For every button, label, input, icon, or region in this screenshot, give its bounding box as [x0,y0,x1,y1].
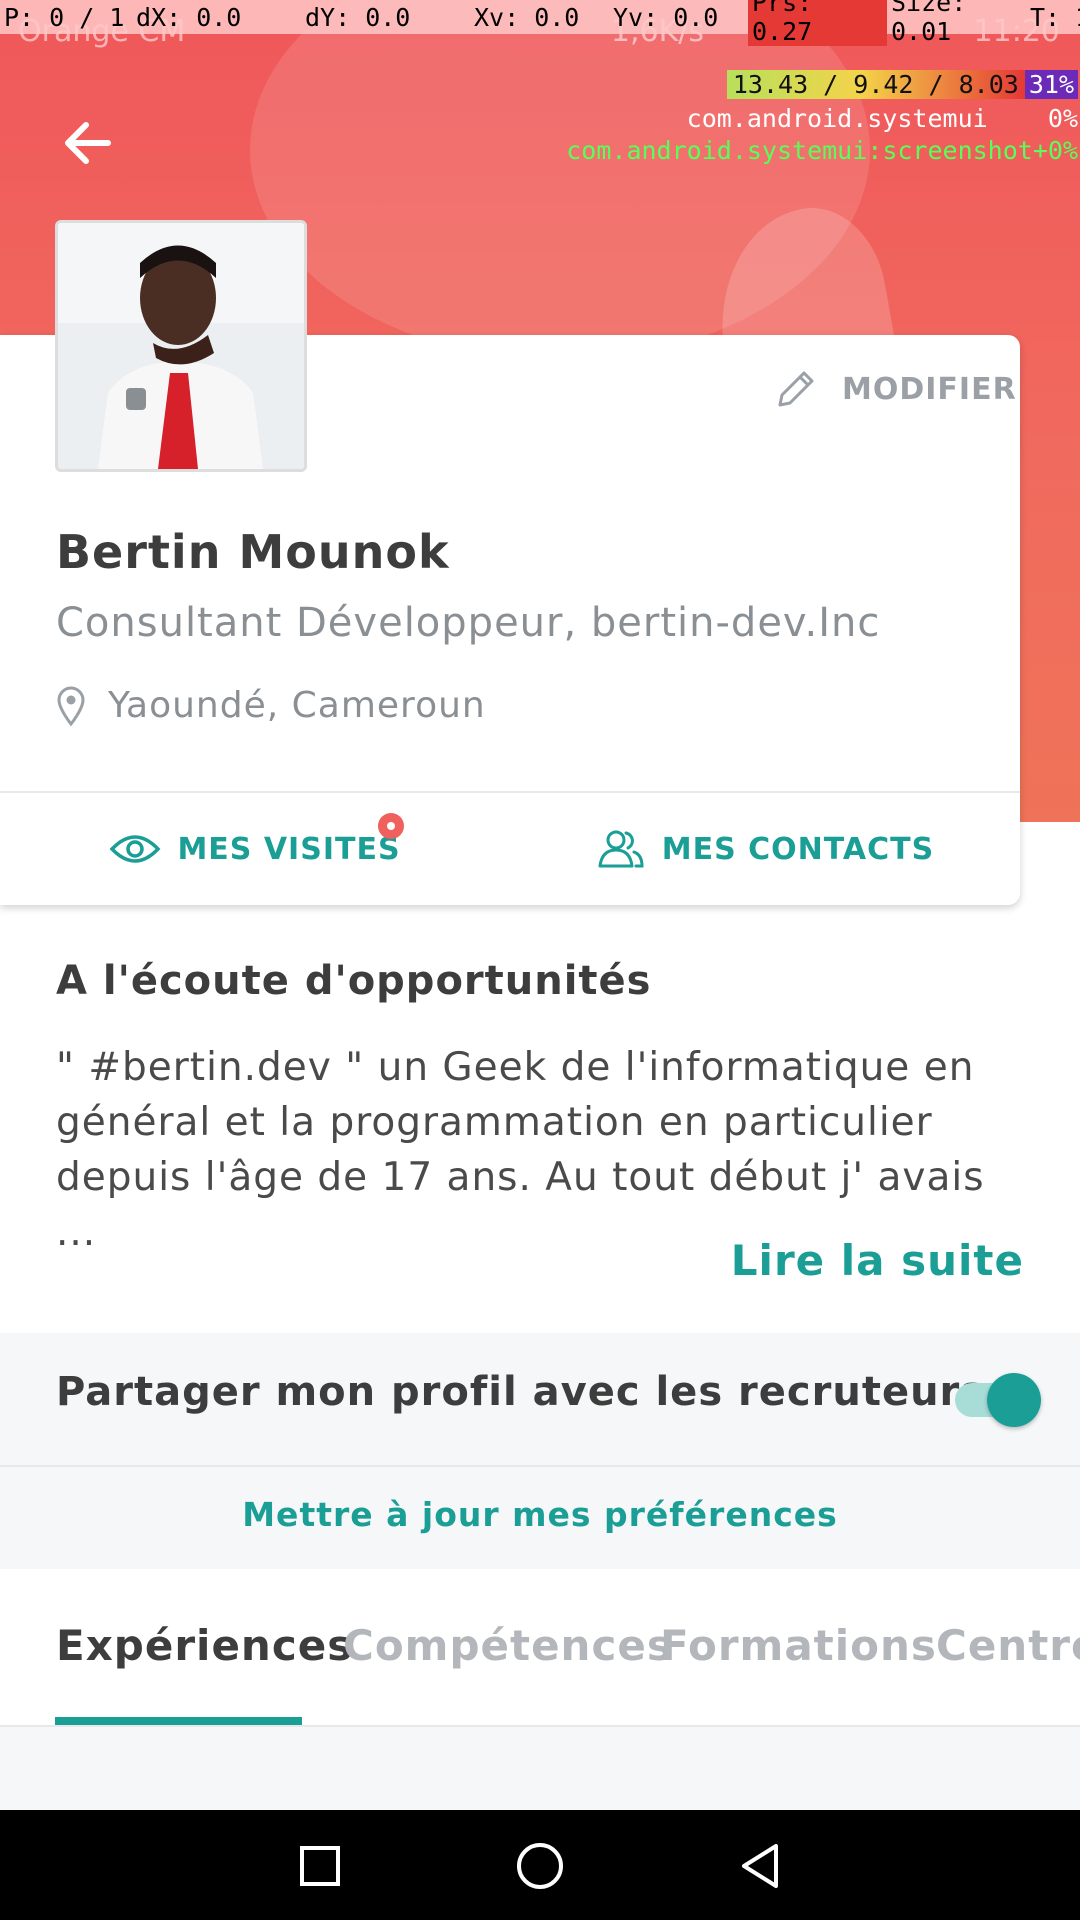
arrow-left-icon [65,122,111,164]
pointer-location-overlay: P: 0 / 1 dX: 0.0 dY: 0.0 Xv: 0.0 Yv: 0.0… [0,0,1080,46]
share-profile-toggle[interactable] [955,1373,1041,1427]
profile-avatar[interactable] [55,220,307,472]
system-navigation-bar [0,1810,1080,1920]
preferences-row: Mettre à jour mes préférences [0,1467,1080,1569]
cpu-process-overlay-2: com.android.systemui:screenshot+0% [566,136,1078,165]
circle-icon [517,1843,563,1889]
debug-time: T: 1104147 [1030,2,1080,32]
cpu-load-percent: 31% [1024,70,1078,99]
square-icon [300,1846,340,1886]
cpu-process-percent: 0% [1047,104,1078,133]
profile-actions: MES VISITES MES CONTACTS [0,793,1020,905]
location-label: Yaoundé, Cameroun [108,685,486,726]
debug-pointer: P: 0 / 1 [4,2,125,32]
active-tab-indicator [55,1717,302,1725]
debug-dy: dY: 0.0 [305,2,411,32]
users-icon [598,830,644,868]
about-line: " #bertin.dev " un Geek de l'informatiqu… [56,1045,975,1090]
debug-size: Size: 0.01 [891,0,967,46]
share-profile-label: Partager mon profil avec les recruteurs [56,1369,986,1415]
profile-tabs: Expériences Compétences Formations Centr… [0,1569,1080,1727]
about-line: général et la programmation en particuli… [56,1100,933,1145]
cpu-load-overlay: 13.43 / 9.42 / 8.03 31% [726,70,1078,99]
notification-dot [378,813,404,839]
home-button[interactable] [512,1838,568,1894]
my-contacts-label: MES CONTACTS [661,831,935,867]
update-preferences-link[interactable]: Mettre à jour mes préférences [0,1495,1080,1534]
about-summary: " #bertin.dev " un Geek de l'informatiqu… [56,1040,1036,1260]
debug-dx: dX: 0.0 [136,2,242,32]
cpu-process-overlay: com.android.systemui 0% [687,104,1078,133]
back-nav-button[interactable] [732,1838,788,1894]
back-button[interactable] [60,115,116,171]
recents-button[interactable] [292,1838,348,1894]
profile-screen: Orange CM 1,6K/s 11:20 P: 0 / 1 dX: 0.0 … [0,0,1080,1920]
modify-button[interactable]: MODIFIER [772,365,1017,413]
profile-photo [58,223,304,469]
debug-xv: Xv: 0.0 [474,2,580,32]
pencil-icon [778,371,814,407]
my-visits-button[interactable]: MES VISITES [0,793,510,905]
profile-job-title: Consultant Développeur, bertin-dev.Inc [56,600,881,646]
tab-experiences[interactable]: Expériences [56,1621,353,1670]
tab-formations[interactable]: Formations [660,1621,937,1670]
profile-name: Bertin Mounok [56,525,450,579]
read-more-link[interactable]: Lire la suite [731,1236,1024,1285]
cpu-process-percent-2: +0% [1032,136,1078,165]
cpu-process-name: com.android.systemui [686,104,988,133]
toggle-knob [987,1373,1041,1427]
my-contacts-button[interactable]: MES CONTACTS [510,793,1020,905]
share-profile-row: Partager mon profil avec les recruteurs [0,1333,1080,1467]
eye-icon [110,835,161,863]
profile-location: Yaoundé, Cameroun [56,685,486,726]
tab-centres[interactable]: Centres [936,1621,1080,1670]
triangle-back-icon [742,1844,778,1888]
about-title: A l'écoute d'opportunités [56,958,652,1004]
location-pin-icon [57,686,85,726]
tab-content-area [0,1727,1080,1810]
tab-competences[interactable]: Compétences [343,1621,673,1670]
debug-pressure: Prs: 0.27 [748,0,887,46]
cpu-process-name-2: com.android.systemui:screenshot [566,136,1033,165]
modify-label: MODIFIER [842,371,1017,407]
debug-yv: Yv: 0.0 [613,2,719,32]
cpu-load-values: 13.43 / 9.42 / 8.03 [726,70,1025,99]
my-visits-label: MES VISITES [177,831,401,867]
